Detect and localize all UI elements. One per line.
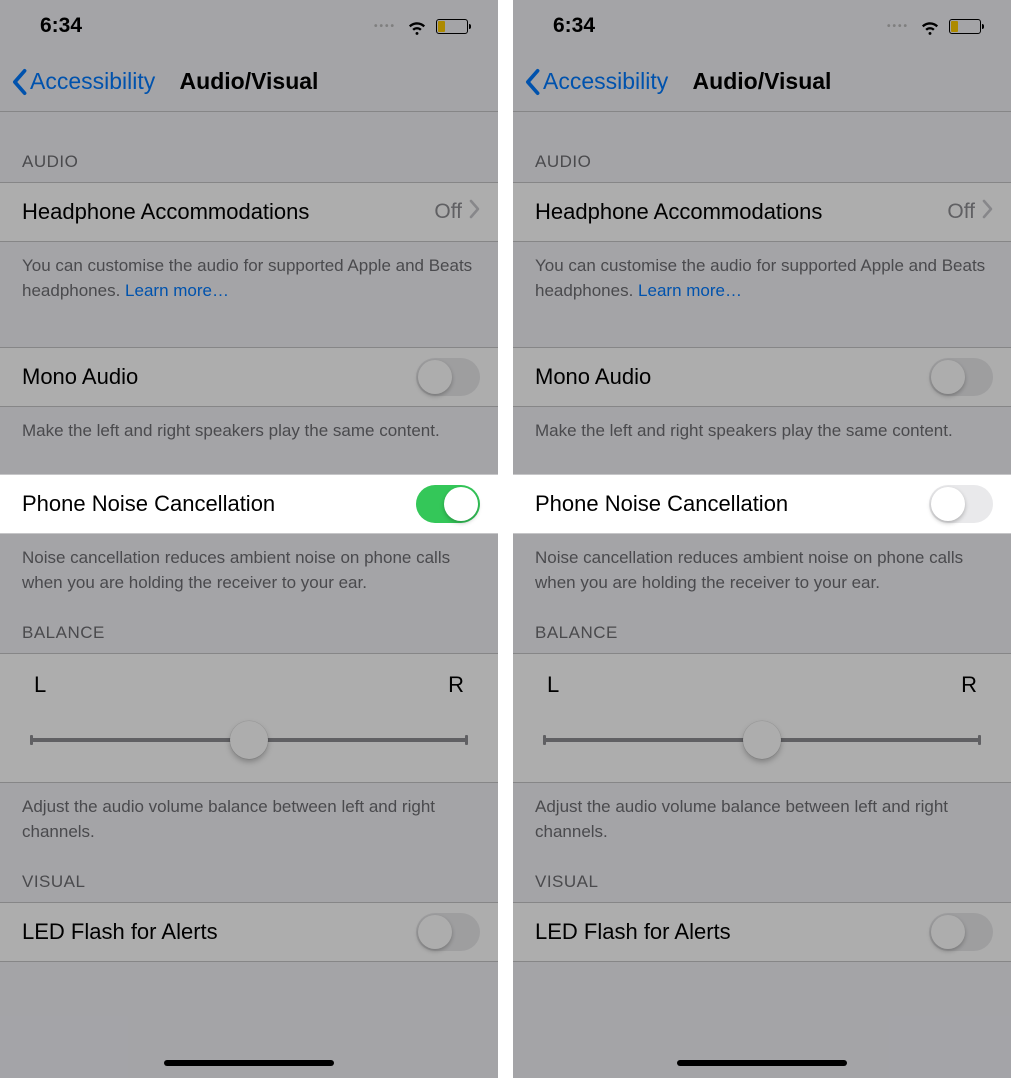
slider-thumb[interactable]: [743, 721, 781, 759]
status-time: 6:34: [553, 14, 595, 38]
row-label: Mono Audio: [22, 364, 138, 390]
row-led-flash[interactable]: LED Flash for Alerts: [0, 902, 498, 962]
wifi-icon: [406, 15, 428, 37]
balance-slider[interactable]: [543, 722, 981, 758]
phone-left: 6:34 •••• Accessibility Audio/Visual Aud…: [0, 0, 498, 1078]
balance-slider-container: L R: [0, 653, 498, 783]
learn-more-link[interactable]: Learn more…: [638, 281, 742, 300]
toggle-mono-audio[interactable]: [416, 358, 480, 396]
battery-icon: [436, 19, 468, 34]
toggle-led-flash[interactable]: [416, 913, 480, 951]
balance-slider[interactable]: [30, 722, 468, 758]
footer-headphone: You can customise the audio for supporte…: [513, 242, 1011, 303]
footer-noise: Noise cancellation reduces ambient noise…: [0, 534, 498, 595]
chevron-right-icon: [981, 199, 993, 225]
toggle-led-flash[interactable]: [929, 913, 993, 951]
footer-balance: Adjust the audio volume balance between …: [513, 783, 1011, 844]
row-headphone-accommodations[interactable]: Headphone Accommodations Off: [513, 182, 1011, 242]
row-headphone-accommodations[interactable]: Headphone Accommodations Off: [0, 182, 498, 242]
wifi-icon: [919, 15, 941, 37]
row-led-flash[interactable]: LED Flash for Alerts: [513, 902, 1011, 962]
nav-bar: Accessibility Audio/Visual: [0, 52, 498, 112]
row-mono-audio[interactable]: Mono Audio: [513, 347, 1011, 407]
phone-right: 6:34 •••• Accessibility Audio/Visual Aud…: [513, 0, 1011, 1078]
balance-slider-container: L R: [513, 653, 1011, 783]
slider-thumb[interactable]: [230, 721, 268, 759]
back-button[interactable]: Accessibility: [10, 68, 155, 96]
section-header-audio: Audio: [0, 112, 498, 182]
toggle-phone-noise-cancellation[interactable]: [929, 485, 993, 523]
row-phone-noise-cancellation[interactable]: Phone Noise Cancellation: [0, 474, 498, 534]
row-label: LED Flash for Alerts: [22, 919, 218, 945]
chevron-right-icon: [468, 199, 480, 225]
footer-headphone: You can customise the audio for supporte…: [0, 242, 498, 303]
balance-left-label: L: [34, 672, 46, 698]
status-time: 6:34: [40, 14, 82, 38]
home-indicator: [677, 1060, 847, 1066]
row-value: Off: [434, 200, 462, 224]
status-bar: 6:34 ••••: [513, 0, 1011, 52]
nav-bar: Accessibility Audio/Visual: [513, 52, 1011, 112]
row-label: Mono Audio: [535, 364, 651, 390]
section-header-visual: Visual: [513, 844, 1011, 902]
footer-mono: Make the left and right speakers play th…: [0, 407, 498, 444]
learn-more-link[interactable]: Learn more…: [125, 281, 229, 300]
row-value: Off: [947, 200, 975, 224]
back-label: Accessibility: [30, 68, 155, 95]
toggle-mono-audio[interactable]: [929, 358, 993, 396]
footer-balance: Adjust the audio volume balance between …: [0, 783, 498, 844]
balance-right-label: R: [961, 672, 977, 698]
row-label: Headphone Accommodations: [535, 199, 822, 225]
section-header-visual: Visual: [0, 844, 498, 902]
status-bar: 6:34 ••••: [0, 0, 498, 52]
section-header-balance: Balance: [513, 595, 1011, 653]
row-mono-audio[interactable]: Mono Audio: [0, 347, 498, 407]
section-header-audio: Audio: [513, 112, 1011, 182]
balance-left-label: L: [547, 672, 559, 698]
footer-mono: Make the left and right speakers play th…: [513, 407, 1011, 444]
home-indicator: [164, 1060, 334, 1066]
back-button[interactable]: Accessibility: [523, 68, 668, 96]
row-label: Phone Noise Cancellation: [535, 491, 788, 517]
back-label: Accessibility: [543, 68, 668, 95]
row-label: LED Flash for Alerts: [535, 919, 731, 945]
row-label: Headphone Accommodations: [22, 199, 309, 225]
footer-noise: Noise cancellation reduces ambient noise…: [513, 534, 1011, 595]
cellular-dots-icon: ••••: [374, 21, 396, 32]
section-header-balance: Balance: [0, 595, 498, 653]
row-phone-noise-cancellation[interactable]: Phone Noise Cancellation: [513, 474, 1011, 534]
cellular-dots-icon: ••••: [887, 21, 909, 32]
row-label: Phone Noise Cancellation: [22, 491, 275, 517]
balance-right-label: R: [448, 672, 464, 698]
toggle-phone-noise-cancellation[interactable]: [416, 485, 480, 523]
battery-icon: [949, 19, 981, 34]
